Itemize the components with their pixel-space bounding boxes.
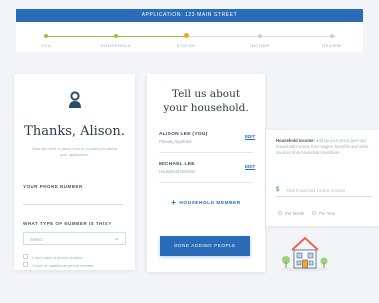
edit-member-button[interactable]: EDIT — [245, 164, 255, 169]
number-type-label: WHAT TYPE OF NUMBER IS THIS? — [23, 221, 112, 226]
per-month-radio[interactable] — [278, 211, 282, 215]
phone-input[interactable] — [23, 204, 123, 205]
additional-phone-checkbox[interactable] — [23, 262, 28, 267]
step-you[interactable]: YOU — [16, 30, 76, 48]
phone-label: YOUR PHONE NUMBER — [23, 184, 83, 189]
member-role: Primary Applicant — [159, 139, 192, 144]
dollar-icon: $ — [276, 187, 280, 193]
income-hint: Household income: add up your gross (pre… — [276, 138, 374, 156]
income-input-placeholder: Total household income amount — [286, 188, 346, 193]
step-household[interactable]: HOUSEHOLD — [86, 30, 146, 48]
user-avatar-icon — [69, 91, 81, 108]
additional-phone-label: I have an additional phone number — [32, 263, 94, 268]
household-heading: Tell us about your household. — [147, 87, 265, 115]
number-type-select[interactable]: Select ⌄ — [23, 232, 126, 245]
per-month-label: Per Month — [285, 211, 305, 216]
step-dot-active — [183, 33, 189, 38]
application-header: APPLICATION: 123 MAIN STREET — [16, 9, 363, 22]
no-phone-checkbox[interactable] — [23, 254, 28, 259]
select-value: Select — [30, 237, 43, 242]
add-member-label: HOUSEHOLD MEMBER — [179, 201, 241, 206]
house-illustration-icon — [281, 236, 329, 272]
divider — [159, 152, 253, 153]
no-phone-label: I don't have a phone number — [32, 255, 83, 260]
greeting-heading: Thanks, Alison. — [24, 124, 125, 139]
step-dot — [258, 34, 262, 38]
step-status[interactable]: STATUS — [156, 30, 216, 48]
edit-member-button[interactable]: EDIT — [245, 134, 255, 139]
step-label: YOU — [40, 43, 52, 48]
member-role: Household Member — [159, 169, 196, 174]
step-label: INCOME — [250, 43, 270, 48]
step-income[interactable]: INCOME — [230, 30, 290, 48]
chevron-down-icon: ⌄ — [113, 236, 119, 242]
progress-stepper: YOU HOUSEHOLD STATUS INCOME REVIEW — [16, 22, 363, 52]
step-dot — [330, 34, 334, 38]
add-household-member-button[interactable]: + HOUSEHOLD MEMBER — [147, 198, 265, 207]
heading-line-2: your household. — [163, 102, 249, 114]
hint-title: Household income: — [276, 138, 315, 143]
income-tooltip-card: Household income: add up your gross (pre… — [266, 130, 379, 226]
done-adding-people-button[interactable]: DONE ADDING PEOPLE — [160, 236, 250, 256]
step-review[interactable]: REVIEW — [302, 30, 362, 48]
step-dot-done — [114, 34, 118, 38]
divider — [159, 182, 253, 183]
per-year-radio[interactable] — [312, 211, 316, 215]
contact-subtext: Now we need to know how to contact you a… — [32, 146, 117, 157]
step-label: HOUSEHOLD — [100, 43, 132, 48]
contact-card: Thanks, Alison. Now we need to know how … — [14, 74, 135, 270]
member-name: MICHAEL LEE — [159, 162, 195, 167]
member-name: ALISON LEE (YOU) — [159, 132, 208, 137]
step-dot-done — [44, 34, 48, 38]
plus-icon: + — [171, 198, 177, 207]
income-input[interactable] — [276, 196, 372, 197]
per-year-label: Per Year — [319, 211, 336, 216]
heading-line-1: Tell us about — [171, 88, 241, 100]
step-label: STATUS — [176, 43, 196, 48]
step-label: REVIEW — [322, 43, 342, 48]
